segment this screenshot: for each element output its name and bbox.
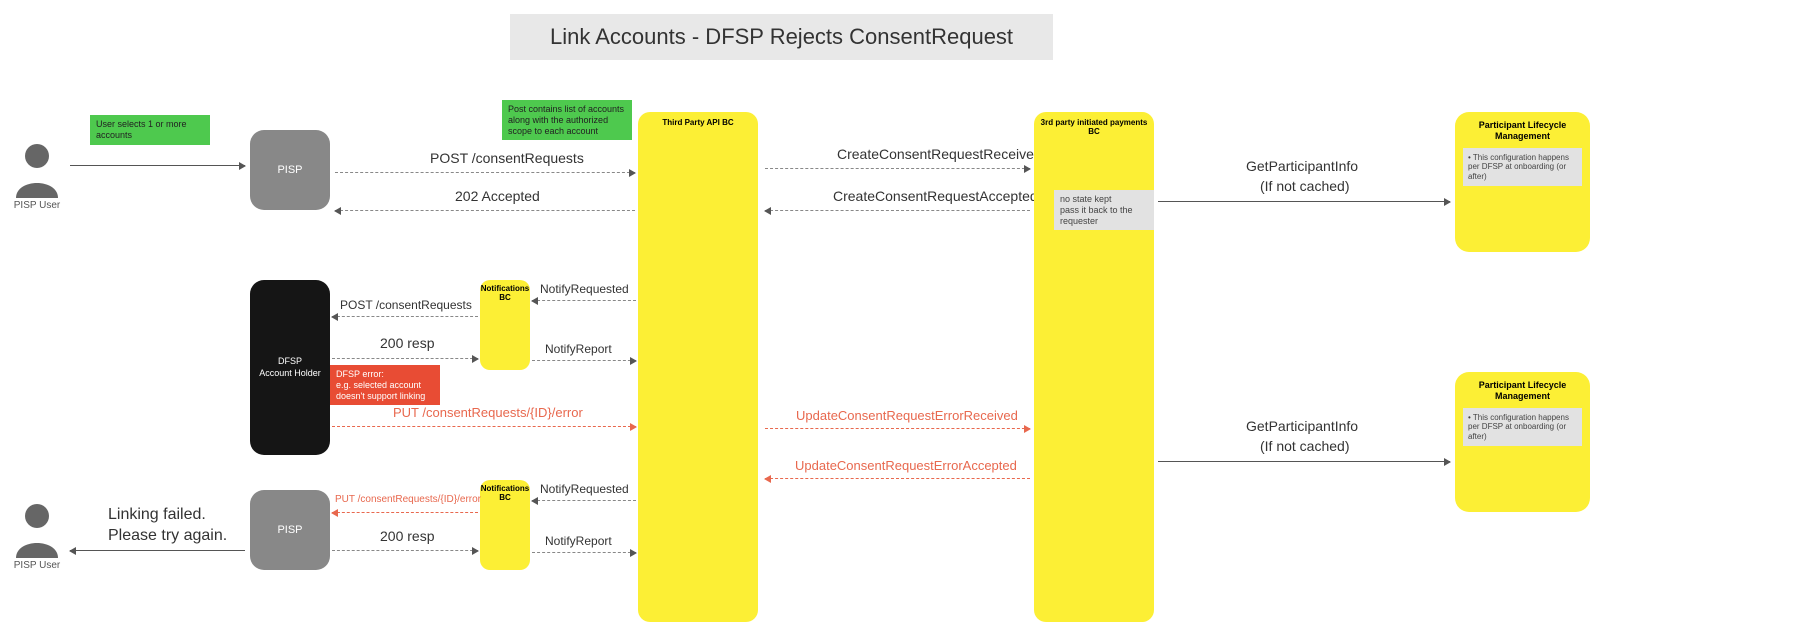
msg-put-error-2: PUT /consentRequests/{ID}/error bbox=[335, 494, 481, 505]
third-party-api-bc-label: Third Party API BC bbox=[638, 112, 758, 127]
note-no-state: no state kept pass it back to the reques… bbox=[1054, 190, 1154, 230]
plm-box-bottom: Participant Lifecycle Management • This … bbox=[1455, 372, 1590, 512]
arrow-getparticipant-1 bbox=[1158, 201, 1450, 202]
arrow-notify-report-2 bbox=[532, 552, 636, 553]
msg-linking-failed: Linking failed. Please try again. bbox=[108, 505, 227, 547]
msg-notify-requested-1: NotifyRequested bbox=[540, 282, 629, 296]
arrow-put-error-1 bbox=[332, 426, 636, 427]
msg-update-err-received: UpdateConsentRequestErrorReceived bbox=[796, 408, 1018, 423]
msg-ifnotcached-1: (If not cached) bbox=[1260, 178, 1350, 194]
notifications-bc-1: Notifications BC bbox=[480, 280, 530, 370]
plm-title-2: Participant Lifecycle Management bbox=[1463, 380, 1582, 402]
pisp-user-label-bottom: PISP User bbox=[8, 560, 66, 571]
msg-ifnotcached-2: (If not cached) bbox=[1260, 438, 1350, 454]
msg-post-consent-2: POST /consentRequests bbox=[340, 298, 472, 312]
plm-title-1: Participant Lifecycle Management bbox=[1463, 120, 1582, 142]
pisp-user-icon-bottom bbox=[12, 500, 62, 563]
arrow-create-accepted bbox=[765, 210, 1030, 211]
msg-getparticipant-2: GetParticipantInfo bbox=[1246, 418, 1358, 434]
arrow-202 bbox=[335, 210, 635, 211]
msg-getparticipant-1: GetParticipantInfo bbox=[1246, 158, 1358, 174]
msg-post-consent-1: POST /consentRequests bbox=[430, 150, 584, 166]
third-party-api-bc: Third Party API BC bbox=[638, 112, 758, 622]
notifications-bc-label-1: Notifications BC bbox=[481, 284, 529, 302]
note-post-contains: Post contains list of accounts along wit… bbox=[502, 100, 632, 140]
arrow-200-2 bbox=[332, 550, 478, 551]
dfsp-label: DFSP Account Holder bbox=[259, 356, 321, 379]
arrow-user-to-pisp bbox=[70, 165, 245, 166]
plm-note-text-2: This configuration happens per DFSP at o… bbox=[1468, 413, 1569, 441]
notifications-bc-label-2: Notifications BC bbox=[481, 484, 529, 502]
third-party-payments-bc: 3rd party initiated payments BC bbox=[1034, 112, 1154, 622]
arrow-put-error-2 bbox=[332, 512, 478, 513]
arrow-post-consent bbox=[335, 172, 635, 173]
notifications-bc-2: Notifications BC bbox=[480, 480, 530, 570]
arrow-notify-requested-1 bbox=[532, 300, 636, 301]
arrow-create-received bbox=[765, 168, 1030, 169]
arrow-getparticipant-2 bbox=[1158, 461, 1450, 462]
arrow-linking-failed bbox=[70, 550, 245, 551]
plm-note-text-1: This configuration happens per DFSP at o… bbox=[1468, 153, 1569, 181]
plm-note-1: • This configuration happens per DFSP at… bbox=[1463, 148, 1582, 187]
arrow-notify-report-1 bbox=[532, 360, 636, 361]
msg-200-1: 200 resp bbox=[380, 335, 434, 351]
msg-200-2: 200 resp bbox=[380, 528, 434, 544]
plm-note-2: • This configuration happens per DFSP at… bbox=[1463, 408, 1582, 447]
msg-create-received: CreateConsentRequestReceived bbox=[837, 146, 1042, 162]
pisp-box-bottom: PISP bbox=[250, 490, 330, 570]
note-dfsp-error: DFSP error: e.g. selected account doesn'… bbox=[330, 365, 440, 405]
arrow-200-1 bbox=[332, 358, 478, 359]
msg-create-accepted: CreateConsentRequestAccepted bbox=[833, 188, 1038, 204]
msg-put-error-1: PUT /consentRequests/{ID}/error bbox=[393, 405, 583, 420]
third-party-payments-bc-label: 3rd party initiated payments BC bbox=[1034, 112, 1154, 136]
diagram-title: Link Accounts - DFSP Rejects ConsentRequ… bbox=[510, 14, 1053, 60]
plm-box-top: Participant Lifecycle Management • This … bbox=[1455, 112, 1590, 252]
msg-notify-report-1: NotifyReport bbox=[545, 342, 612, 356]
note-user-selects: User selects 1 or more accounts bbox=[90, 115, 210, 145]
arrow-post-consent-2 bbox=[332, 316, 478, 317]
pisp-user-label-top: PISP User bbox=[8, 200, 66, 211]
dfsp-box: DFSP Account Holder bbox=[250, 280, 330, 455]
pisp-label: PISP bbox=[277, 164, 302, 176]
arrow-notify-requested-2 bbox=[532, 500, 636, 501]
arrow-update-err-accepted bbox=[765, 478, 1030, 479]
pisp-label-2: PISP bbox=[277, 524, 302, 536]
arrow-update-err-received bbox=[765, 428, 1030, 429]
pisp-user-icon-top bbox=[12, 140, 62, 203]
pisp-box-top: PISP bbox=[250, 130, 330, 210]
msg-202: 202 Accepted bbox=[455, 188, 540, 204]
msg-notify-requested-2: NotifyRequested bbox=[540, 482, 629, 496]
msg-update-err-accepted: UpdateConsentRequestErrorAccepted bbox=[795, 458, 1017, 473]
msg-notify-report-2: NotifyReport bbox=[545, 534, 612, 548]
